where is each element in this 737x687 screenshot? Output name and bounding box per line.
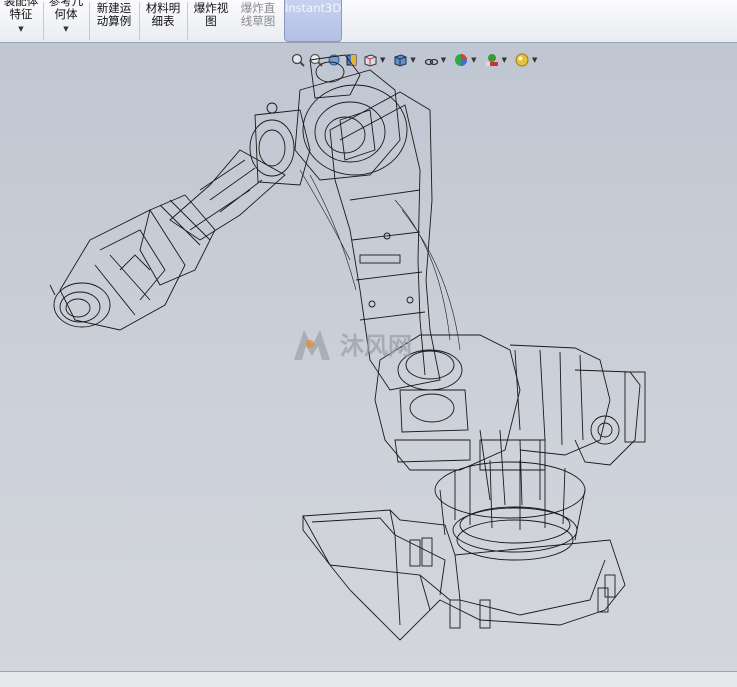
exploded-view-button[interactable]: 爆炸视 图 xyxy=(188,0,234,42)
instant3d-label: Instant3D xyxy=(285,1,342,15)
new-motion-study-label: 新建运 动算例 xyxy=(96,1,132,28)
assembly-feature-button[interactable]: 装配体 特征 ▼ xyxy=(0,0,42,42)
reference-geometry-button[interactable]: 参考几 何体 ▼ xyxy=(44,0,88,42)
robot-shoulder-joint xyxy=(294,54,408,181)
status-bar xyxy=(0,671,737,687)
chevron-down-icon[interactable]: ▼ xyxy=(0,23,42,36)
command-manager-ribbon: 装配体 特征 ▼ 参考几 何体 ▼ 新建运 动算例 材料明 细表 爆炸视 图 爆… xyxy=(0,0,737,43)
new-motion-study-button[interactable]: 新建运 动算例 xyxy=(90,0,138,42)
exploded-view-label: 爆炸视 图 xyxy=(193,1,229,28)
instant3d-button[interactable]: Instant3D xyxy=(284,0,342,42)
explode-line-sketch-label: 爆炸直 线草图 xyxy=(240,1,276,28)
robot-wrist-flange xyxy=(49,209,186,331)
bill-of-materials-button[interactable]: 材料明 细表 xyxy=(140,0,186,42)
explode-line-sketch-button[interactable]: 爆炸直 线草图 xyxy=(234,0,282,42)
assembly-feature-label: 装配体 特征 xyxy=(3,0,39,21)
watermark-logo: 沐风网 xyxy=(294,330,412,360)
watermark-text: 沐风网 xyxy=(340,332,412,360)
reference-geometry-label: 参考几 何体 xyxy=(48,0,84,21)
chevron-down-icon[interactable]: ▼ xyxy=(44,23,88,36)
bill-of-materials-label: 材料明 细表 xyxy=(145,1,181,28)
